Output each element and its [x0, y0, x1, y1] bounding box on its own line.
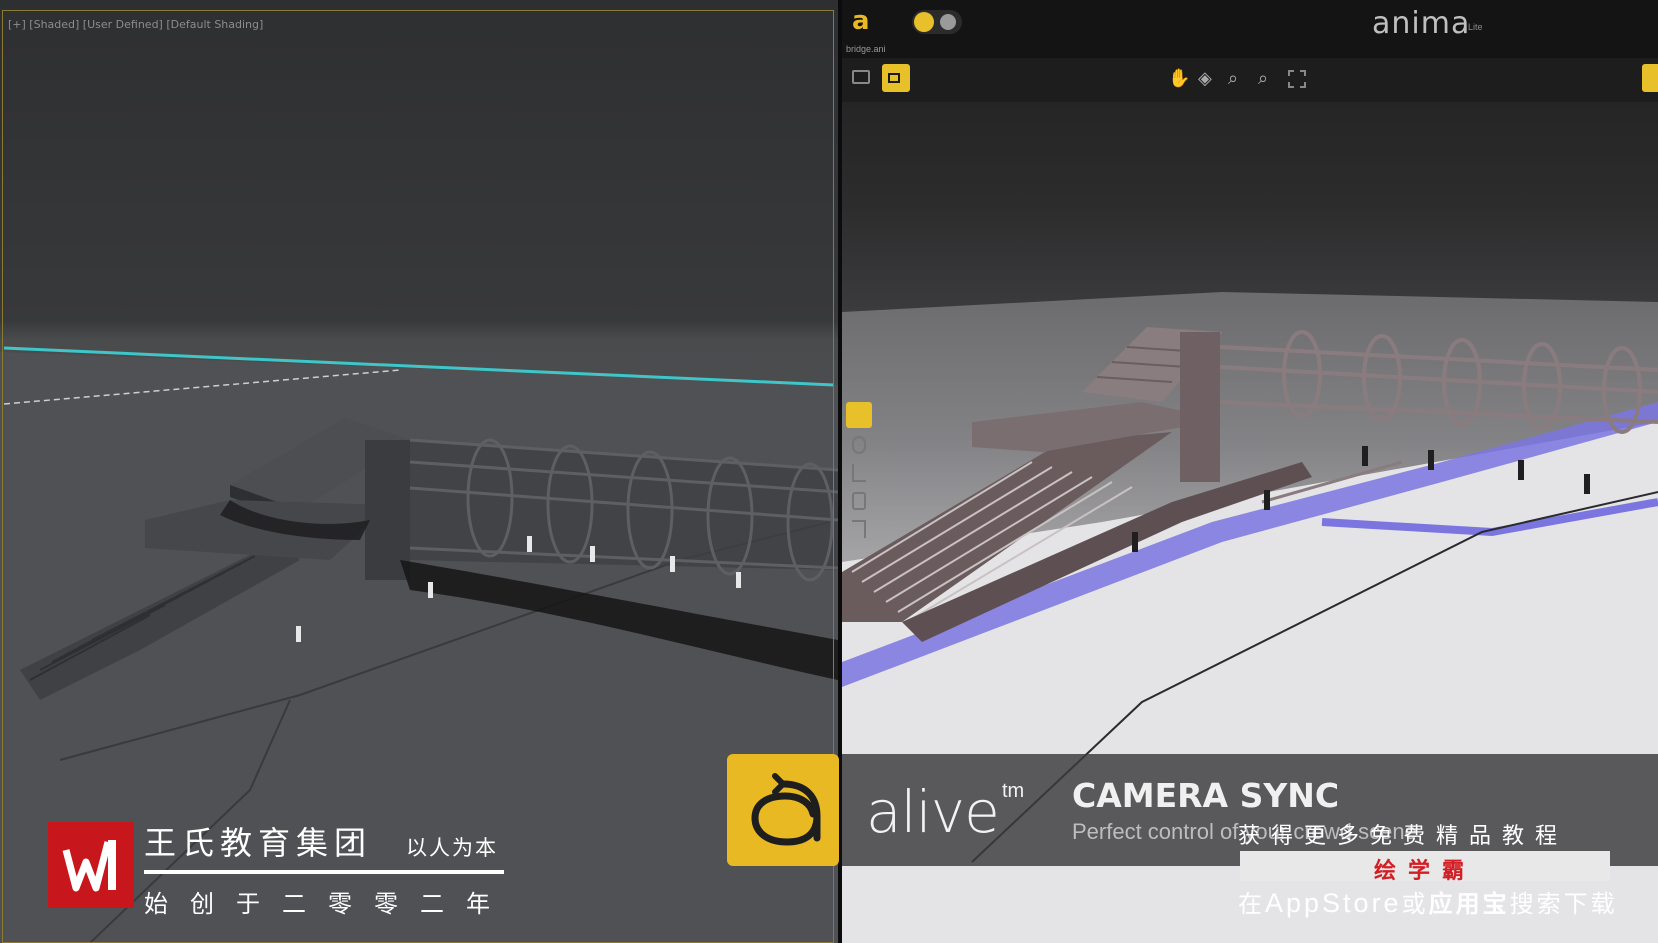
file-name: bridge.ani — [846, 44, 886, 54]
edit-mode-icon[interactable] — [914, 12, 934, 32]
anima-toolbar: ✋ ◈ ⌕ ⌕ — [842, 58, 1658, 102]
org-logo-icon — [48, 822, 134, 908]
actor-tool-icon[interactable] — [852, 492, 866, 510]
right-panel-toggle[interactable] — [1642, 64, 1658, 92]
promo-app2: 应用宝 — [1428, 891, 1510, 918]
crowd-tool-icon[interactable] — [852, 520, 866, 538]
mode-toggle[interactable] — [912, 10, 962, 34]
select-tool-icon[interactable] — [846, 402, 872, 428]
promo-or: 或 — [1401, 891, 1429, 918]
monitor-icon[interactable] — [852, 70, 870, 84]
left-scene-render — [0, 346, 838, 943]
anima-brand: anima — [1372, 6, 1471, 41]
anima-edition: Lite — [1468, 22, 1483, 32]
promo-prefix: 在 — [1238, 891, 1265, 918]
promo-suffix: 搜索下载 — [1509, 891, 1618, 918]
promo-store: AppStore — [1265, 888, 1402, 918]
hand-icon[interactable]: ✋ — [1168, 68, 1190, 90]
alive-trademark: tm — [1002, 780, 1025, 802]
promo-app-name: 绘学霸 — [1373, 858, 1476, 883]
banner-title: CAMERA SYNC — [1072, 776, 1340, 815]
anima-top-bar: a anima Lite — [842, 0, 1658, 44]
walk-tool-icon[interactable] — [852, 464, 866, 482]
org-motto: 以人为本 — [406, 837, 498, 860]
play-mode-icon[interactable] — [940, 14, 956, 30]
org-name: 王氏教育集团 — [144, 825, 373, 861]
path-tool-icon[interactable] — [852, 436, 866, 454]
viewport-label[interactable]: [+] [Shaded] [User Defined] [Default Sha… — [8, 18, 263, 31]
left-3d-viewport[interactable]: [+] [Shaded] [User Defined] [Default Sha… — [0, 0, 838, 943]
promo-line-1: 获得更多免费精品教程 — [1238, 823, 1569, 848]
alive-wordmark: alive — [866, 778, 1000, 846]
zoom-icon[interactable]: ⌕ — [1228, 68, 1250, 90]
zoom-region-icon[interactable]: ⌕ — [1258, 68, 1280, 90]
anima-logo-icon[interactable]: a — [852, 8, 876, 34]
orbit-icon[interactable]: ◈ — [1198, 68, 1220, 90]
file-name-bar: bridge.ani — [842, 44, 1658, 58]
org-founded: 始创于二零零二年 — [144, 891, 512, 918]
frame-all-icon[interactable] — [1288, 70, 1306, 88]
promo-line-3: 在AppStore或应用宝搜索下载 — [1238, 884, 1618, 919]
camera-icon[interactable] — [882, 64, 910, 92]
watermark-divider — [144, 870, 504, 874]
alive-logo-icon — [727, 754, 839, 866]
